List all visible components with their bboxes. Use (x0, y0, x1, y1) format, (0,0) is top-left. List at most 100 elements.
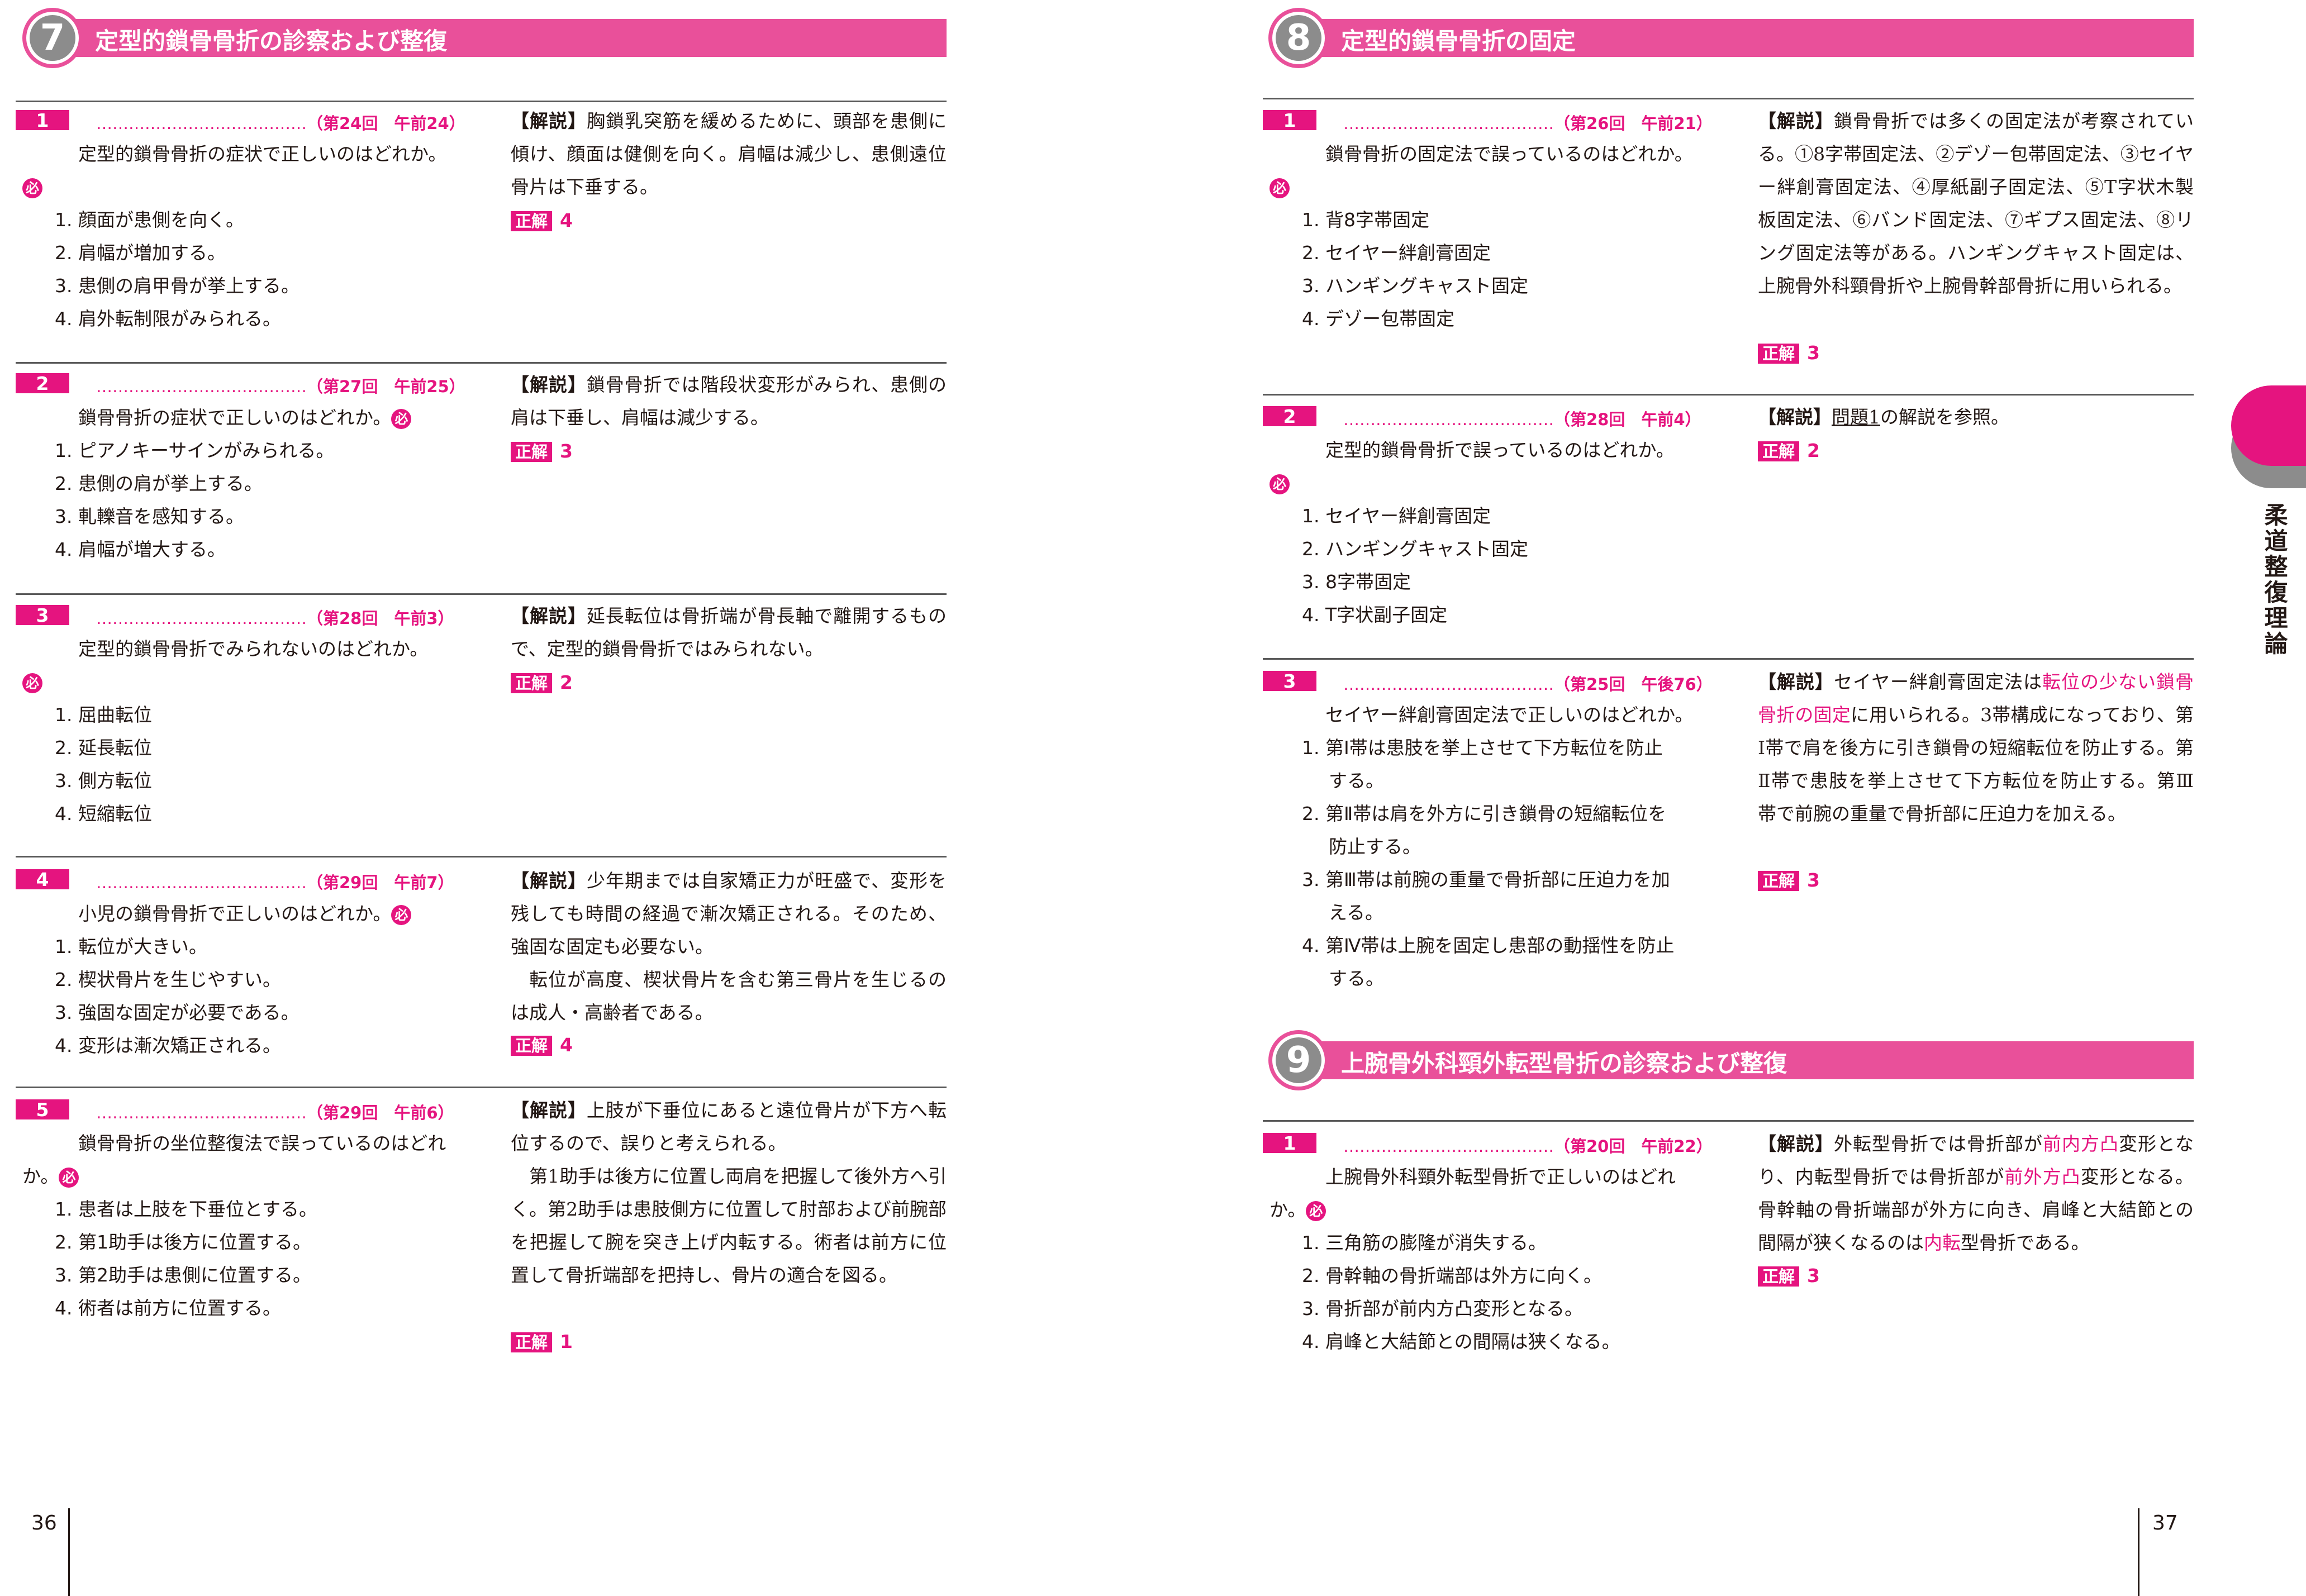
chapter-tab (2231, 385, 2306, 497)
answer-options: 1. 転位が大きい。 2. 楔状骨片を生じやすい。 3. 強固な固定が必要である… (55, 930, 299, 1062)
section-7-number-badge: 7 (22, 8, 83, 68)
answer-options: 1. ピアノキーサインがみられる。 2. 患側の肩が挙上する。 3. 軋轢音を感… (55, 434, 334, 566)
answer: 正解 3 (1758, 1265, 1820, 1287)
question-text: セイヤー絆創膏固定法で正しいのはどれか。 (1325, 704, 1694, 726)
option-item: 2. ハンギングキャスト固定 (1302, 538, 1528, 560)
question-number: 2 (16, 373, 69, 394)
answer-options: 1. 顔面が患側を向く。 2. 肩幅が増加する。 3. 患側の肩甲骨が挙上する。… (55, 203, 299, 335)
option-item: 2. 患側の肩が挙上する。 (55, 473, 263, 494)
question-source: …………………………………（第28回 午前4） (1343, 410, 1701, 429)
question-number: 4 (16, 869, 69, 890)
explanation: 【解説】延長転位は骨折端が骨長軸で離開するもので、定型的鎖骨骨折ではみられない。 (511, 605, 947, 660)
question-number: 2 (1263, 406, 1316, 427)
option-item: 3. ハンギングキャスト固定 (1302, 275, 1528, 297)
question-source: …………………………………（第29回 午前7） (96, 873, 454, 892)
required-mark-icon: 必 (1270, 474, 1290, 494)
question-text: 鎖骨骨折の坐位整復法で誤っているのはどれか。必 (22, 1132, 446, 1188)
chapter-tab-label: 柔道整復理論 (2261, 503, 2288, 657)
option-item: 4. 肩幅が増大する。 (55, 539, 226, 560)
option-item: 1. 三角筋の膨隆が消失する。 (1302, 1232, 1547, 1254)
page-footer-rule (2138, 1508, 2139, 1596)
answer-badge: 正解 (511, 442, 553, 462)
option-item: 1. 第Ⅰ帯は患肢を挙上させて下方転位を防止 する。 (1302, 737, 1663, 792)
explanation: 【解説】上肢が下垂位にあると遠位骨片が下方へ転位するので、誤りと考えられる。 第1… (511, 1099, 947, 1286)
option-item: 3. 第Ⅲ帯は前腕の重量で骨折部に圧迫力を加 える。 (1302, 869, 1670, 923)
answer: 正解 4 (511, 1034, 573, 1056)
answer: 正解 3 (1758, 869, 1820, 891)
section-9-title: 上腕骨外科頸外転型骨折の診察および整復 (1341, 1050, 1787, 1077)
option-item: 2. 延長転位 (55, 737, 152, 759)
question-divider (1263, 658, 2194, 660)
question-divider (16, 593, 947, 595)
required-mark-icon: 必 (1306, 1200, 1326, 1221)
question-number: 3 (1263, 670, 1316, 692)
explanation: 【解説】胸鎖乳突筋を緩めるために、頭部を患側に傾け、顔面は健側を向く。肩幅は減少… (511, 110, 947, 198)
option-item: 1. ピアノキーサインがみられる。 (55, 440, 335, 461)
option-item: 3. 軋轢音を感知する。 (55, 506, 244, 527)
answer: 正解 3 (511, 440, 573, 462)
option-item: 1. 顔面が患側を向く。 (55, 209, 244, 231)
section-9-number-badge: 9 (1268, 1030, 1329, 1090)
answer: 正解 2 (511, 671, 573, 693)
question-number: 1 (1263, 109, 1316, 131)
question-text: 鎖骨骨折の固定法で誤っているのはどれか。必 (1270, 137, 1705, 203)
explanation: 【解説】セイヤー絆創膏固定法は転位の少ない鎖骨骨折の固定に用いられる。3帯構成に… (1758, 671, 2194, 825)
required-mark-icon: 必 (391, 904, 412, 925)
section-8-number-badge: 8 (1268, 8, 1329, 68)
answer: 正解 2 (1758, 440, 1820, 461)
option-item: 2. 肩幅が増加する。 (55, 242, 226, 264)
question-text: 上腕骨外科頸外転型骨折で正しいのはどれか。必 (1270, 1166, 1676, 1221)
explanation: 【解説】問題1の解説を参照。 (1758, 406, 2009, 428)
question-divider (16, 101, 947, 102)
page-number-right: 37 (2152, 1512, 2178, 1535)
option-item: 3. 第2助手は患側に位置する。 (55, 1264, 311, 1286)
explanation: 【解説】鎖骨骨折では階段状変形がみられ、患側の肩は下垂し、肩幅は減少する。 (511, 374, 947, 428)
section-8-number: 8 (1276, 15, 1321, 61)
question-divider (16, 362, 947, 364)
answer-options: 1. 三角筋の膨隆が消失する。 2. 骨幹軸の骨折端部は外方に向く。 3. 骨折… (1302, 1226, 1620, 1358)
option-item: 2. セイヤー絆創膏固定 (1302, 242, 1491, 264)
question-text: 定型的鎖骨骨折でみられないのはどれか。必 (22, 632, 464, 698)
option-item: 2. 骨幹軸の骨折端部は外方に向く。 (1302, 1265, 1602, 1287)
question-divider (1263, 394, 2194, 396)
answer: 正解 3 (1758, 342, 1820, 364)
option-item: 2. 第1助手は後方に位置する。 (55, 1231, 311, 1253)
answer-badge: 正解 (1758, 344, 1800, 364)
option-item: 1. 転位が大きい。 (55, 936, 207, 957)
option-item: 2. 第Ⅱ帯は肩を外方に引き鎖骨の短縮転位を 防止する。 (1302, 803, 1667, 857)
option-item: 4. T字状副子固定 (1302, 604, 1448, 626)
question-source: …………………………………（第29回 午前6） (96, 1103, 454, 1122)
question-number: 3 (16, 604, 69, 626)
option-item: 4. 短縮転位 (55, 803, 152, 825)
question-source: …………………………………（第20回 午前22） (1343, 1137, 1713, 1156)
required-mark-icon: 必 (391, 408, 412, 429)
question-source: …………………………………（第26回 午前21） (1343, 114, 1713, 133)
question-text: 定型的鎖骨骨折で誤っているのはどれか。必 (1270, 433, 1711, 499)
answer: 正解 4 (511, 209, 573, 231)
section-9-number: 9 (1276, 1037, 1321, 1083)
option-item: 3. 8字帯固定 (1302, 571, 1411, 593)
answer: 正解 1 (511, 1331, 573, 1352)
answer-badge: 正解 (1758, 871, 1800, 891)
answer-badge: 正解 (1758, 441, 1800, 461)
option-item: 3. 側方転位 (55, 770, 152, 792)
option-item: 1. 屈曲転位 (55, 704, 152, 726)
answer-options: 1. セイヤー絆創膏固定 2. ハンギングキャスト固定 3. 8字帯固定 4. … (1302, 499, 1528, 631)
option-item: 2. 楔状骨片を生じやすい。 (55, 969, 281, 990)
question-number: 1 (1263, 1132, 1316, 1154)
option-item: 1. 背8字帯固定 (1302, 209, 1429, 231)
option-item: 4. デゾー包帯固定 (1302, 308, 1454, 330)
section-7-title: 定型的鎖骨骨折の診察および整復 (95, 27, 448, 55)
explanation: 【解説】少年期までは自家矯正力が旺盛で、変形を残しても時間の経過で漸次矯正される… (511, 870, 947, 1023)
option-item: 4. 術者は前方に位置する。 (55, 1297, 281, 1319)
answer-options: 1. 第Ⅰ帯は患肢を挙上させて下方転位を防止 する。 2. 第Ⅱ帯は肩を外方に引き… (1302, 731, 1715, 995)
required-mark-icon: 必 (1270, 178, 1290, 198)
option-item: 1. 患者は上肢を下垂位とする。 (55, 1198, 317, 1220)
answer-badge: 正解 (511, 211, 553, 231)
option-item: 1. セイヤー絆創膏固定 (1302, 505, 1491, 527)
option-item: 3. 患側の肩甲骨が挙上する。 (55, 275, 299, 297)
required-mark-icon: 必 (22, 673, 42, 693)
option-item: 3. 骨折部が前内方凸変形となる。 (1302, 1298, 1583, 1319)
question-source: …………………………………（第27回 午前25） (96, 377, 465, 396)
answer-options: 1. 背8字帯固定 2. セイヤー絆創膏固定 3. ハンギングキャスト固定 4.… (1302, 203, 1528, 335)
